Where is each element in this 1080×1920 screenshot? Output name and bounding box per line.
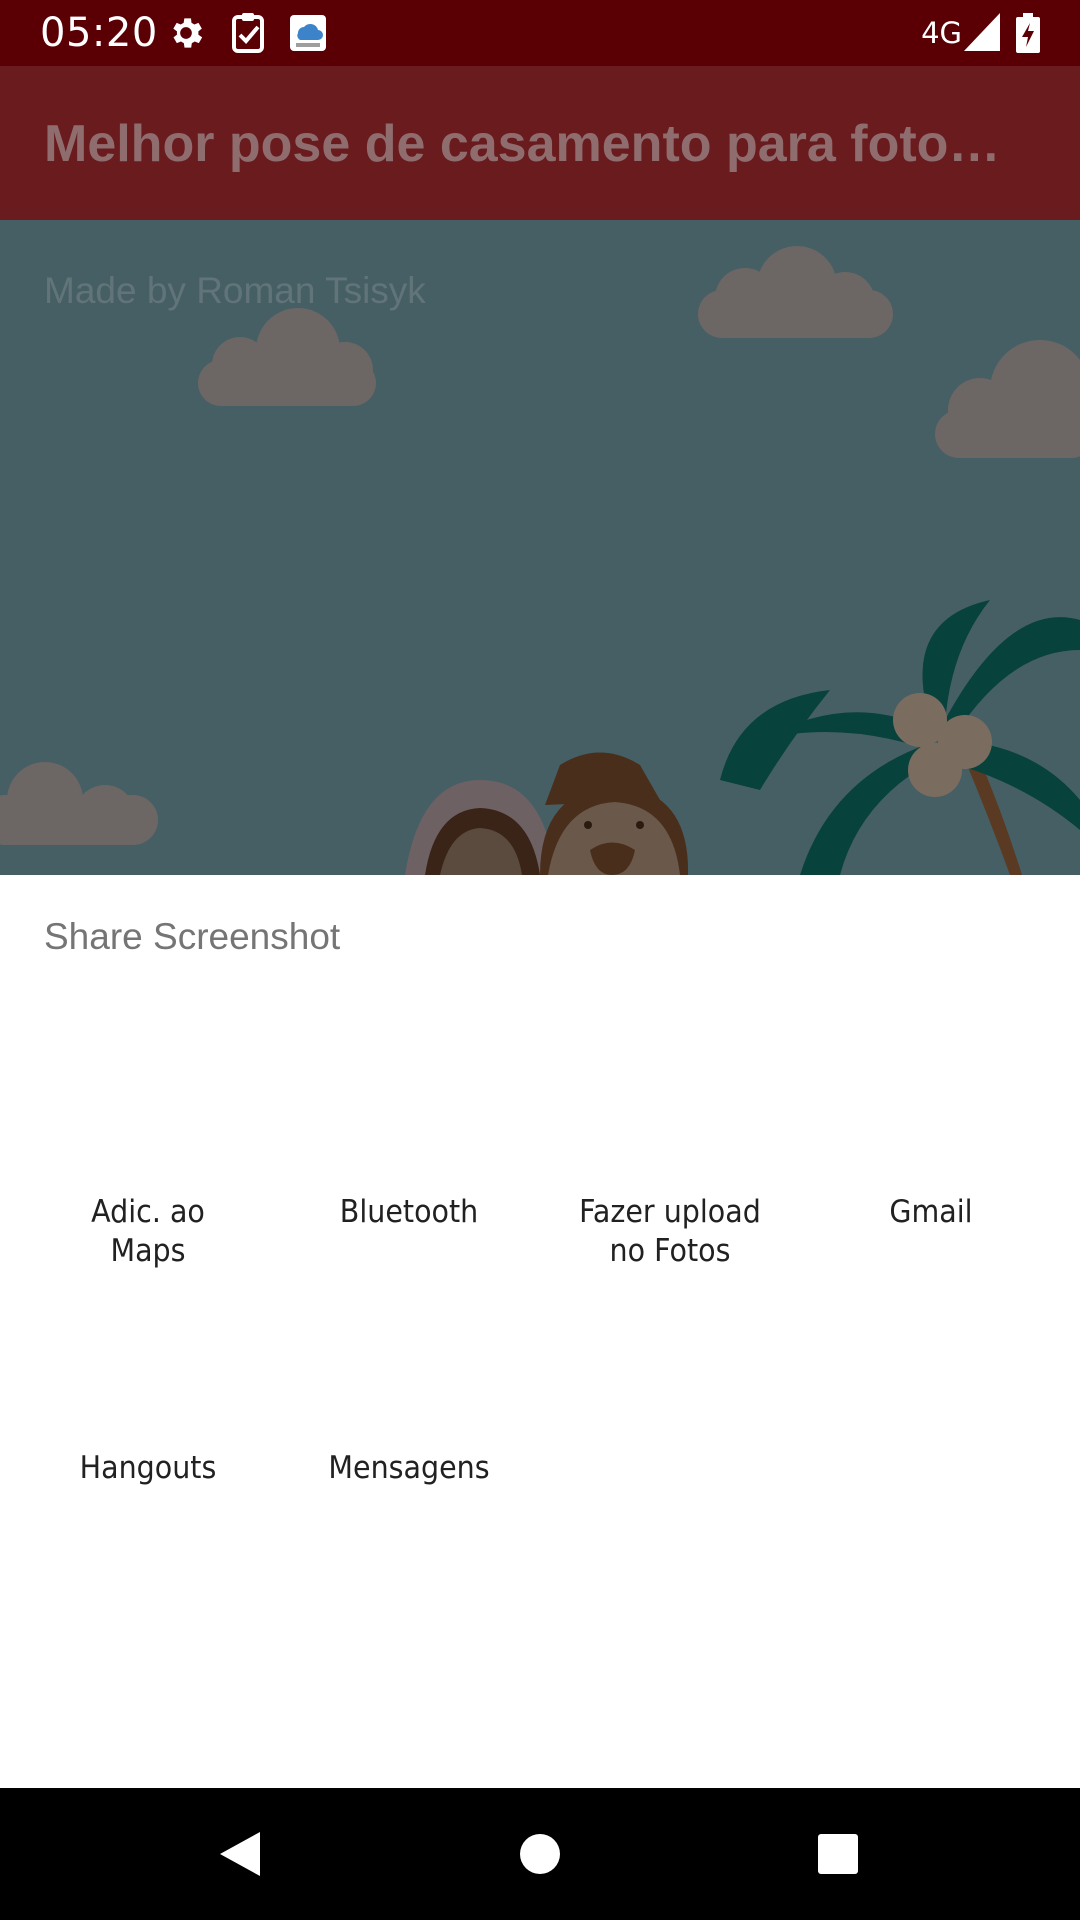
back-icon[interactable] <box>210 1824 270 1884</box>
cloud-shape <box>0 762 158 845</box>
recents-icon[interactable] <box>808 1824 868 1884</box>
photos-icon <box>630 895 710 975</box>
share-target-maps[interactable]: Adic. ao Maps <box>13 875 283 1269</box>
palm-tree <box>720 600 1080 875</box>
status-time: 05:20 <box>40 10 158 56</box>
maps-icon <box>108 895 188 975</box>
bluetooth-icon <box>369 895 449 975</box>
share-target-messages[interactable]: Mensagens <box>274 1131 544 1486</box>
made-by-credit: Made by Roman Tsisyk <box>44 270 426 311</box>
home-icon[interactable] <box>510 1824 570 1884</box>
messages-icon <box>369 1151 449 1231</box>
navigation-bar <box>0 1788 1080 1920</box>
gmail-icon <box>891 895 971 975</box>
signal-icon <box>964 13 1000 51</box>
share-sheet: Share Screenshot Adic. ao Maps Bluetooth… <box>0 875 1080 1788</box>
share-target-label: Fazer upload no Fotos <box>579 1194 761 1269</box>
share-target-label: Gmail <box>889 1194 973 1230</box>
network-type-label: 4G <box>921 16 962 50</box>
share-target-bluetooth[interactable]: Bluetooth <box>274 875 544 1230</box>
app-content-scene: Made by Roman Tsisyk <box>0 220 1080 875</box>
settings-icon <box>173 18 203 48</box>
beach-illustration <box>0 246 1080 875</box>
app-bar: Melhor pose de casamento para foto… <box>0 66 1080 220</box>
share-target-hangouts[interactable]: Hangouts <box>13 1131 283 1486</box>
task-check-icon <box>232 13 264 53</box>
hangouts-icon <box>108 1151 188 1231</box>
cloud-app-icon <box>290 15 326 51</box>
share-target-photos-upload[interactable]: Fazer upload no Fotos <box>535 875 805 1269</box>
cloud-shape <box>698 246 893 338</box>
share-target-gmail[interactable]: Gmail <box>796 875 1066 1230</box>
cloud-shape <box>935 340 1080 458</box>
couple-illustration <box>405 752 689 875</box>
cloud-shape <box>198 308 376 406</box>
share-target-label: Mensagens <box>328 1450 490 1486</box>
battery-charging-icon <box>1016 13 1040 53</box>
app-title: Melhor pose de casamento para foto… <box>44 115 1001 173</box>
status-bar: 05:20 4G <box>0 0 1080 66</box>
share-target-label: Hangouts <box>79 1450 217 1486</box>
